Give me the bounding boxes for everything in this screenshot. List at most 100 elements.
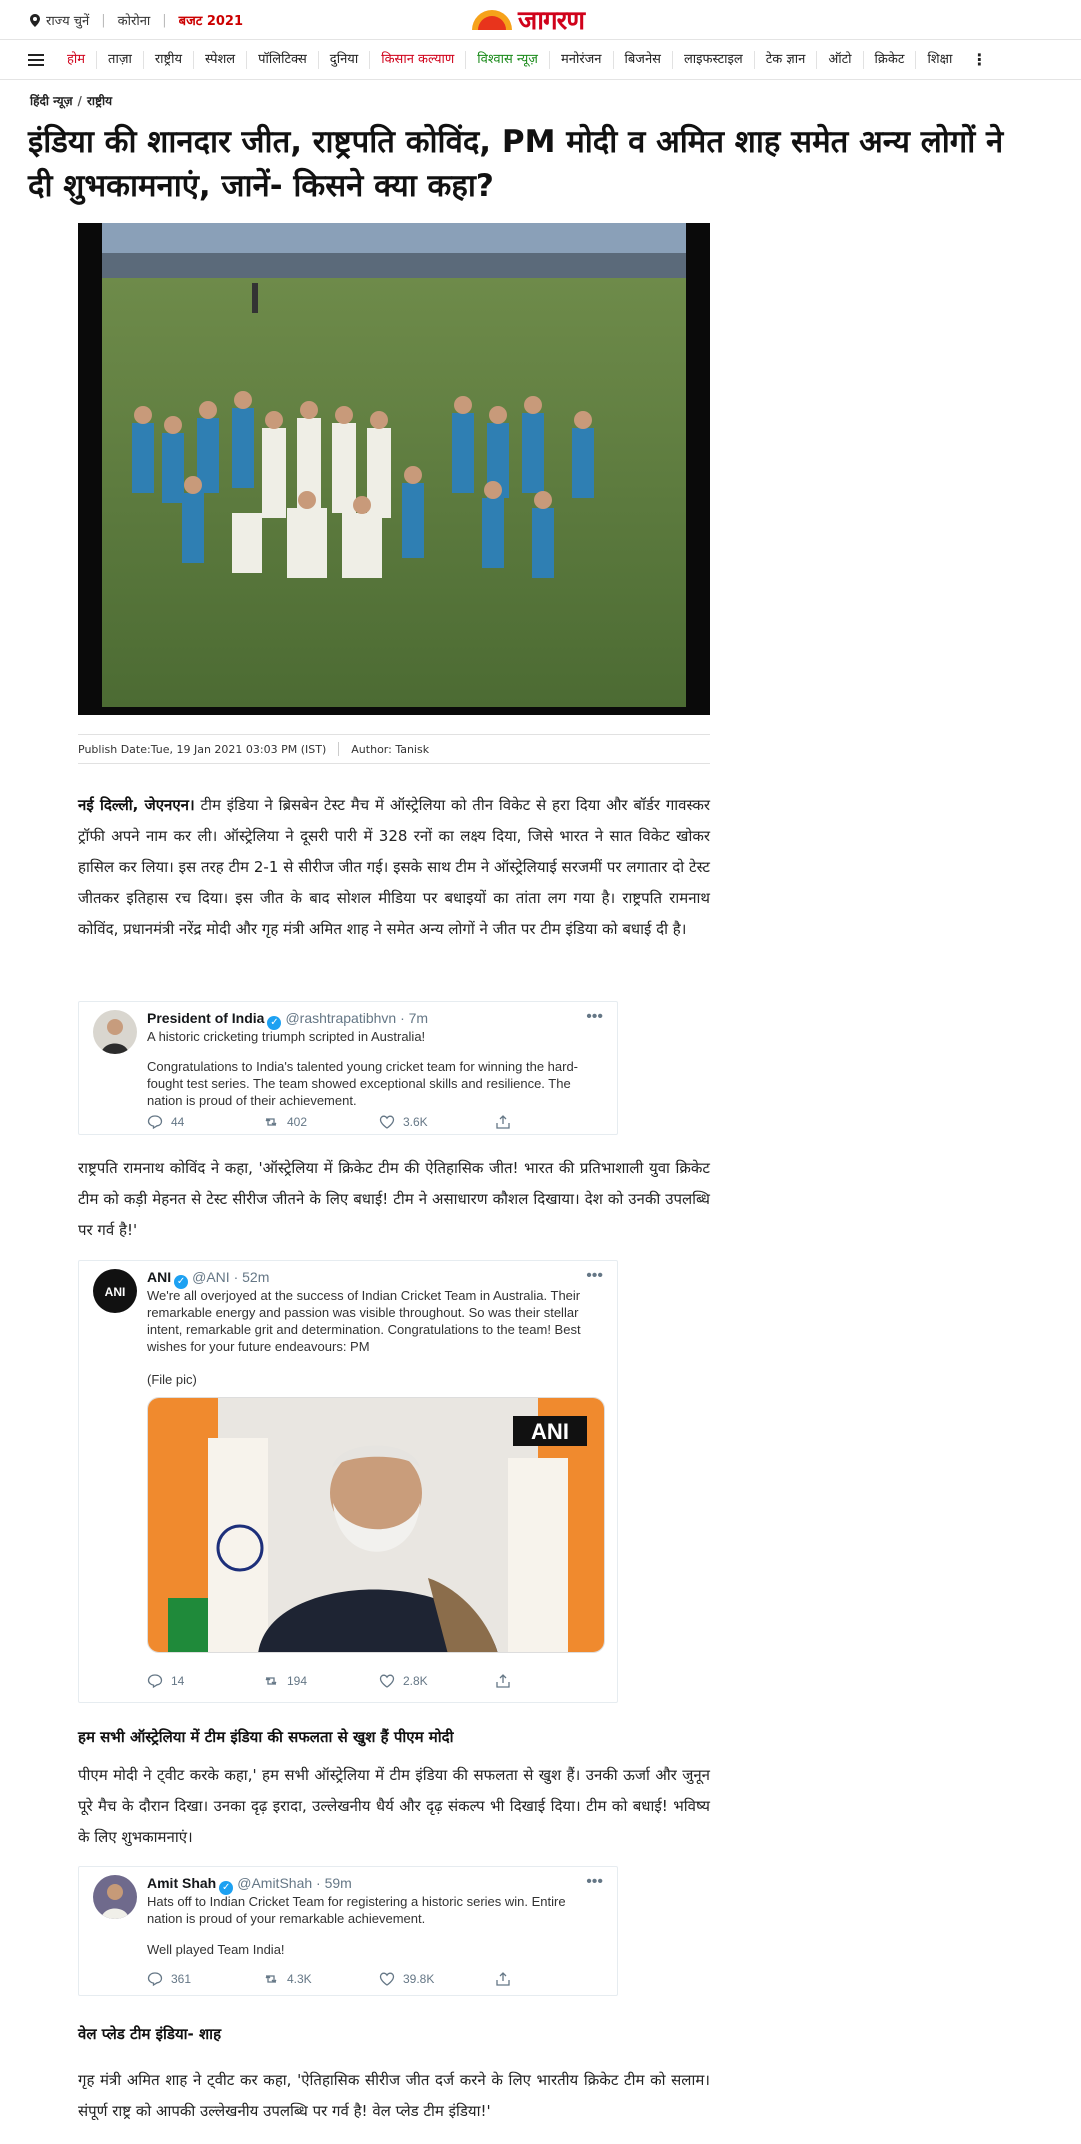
hero-image-frame [78, 223, 710, 715]
location-pin-icon [30, 13, 40, 27]
main-nav: होम ताज़ा राष्ट्रीय स्पेशल पॉलिटिक्स दुन… [0, 40, 1081, 80]
tweet-actions: 361 4.3K 39.8K [147, 1971, 611, 1987]
team-celebration-photo [102, 223, 686, 707]
top-links: राज्य चुनें | कोरोना | बजट 2021 [30, 11, 243, 29]
like-button[interactable]: 3.6K [379, 1114, 495, 1130]
avatar [93, 1010, 137, 1054]
nav-item-home[interactable]: होम [56, 51, 96, 69]
more-vertical-icon[interactable]: ⋮ [971, 50, 987, 69]
tweet-header: President of India ✓ @rashtrapatibhvn · 7m [147, 1010, 428, 1030]
reply-icon [147, 1972, 163, 1987]
retweet-icon [265, 1118, 277, 1126]
share-button[interactable] [495, 1114, 611, 1130]
retweet-button[interactable]: 194 [263, 1673, 379, 1689]
nav-item-latest[interactable]: ताज़ा [96, 50, 143, 69]
article-paragraph-2: राष्ट्रपति रामनाथ कोविंद ने कहा, 'ऑस्ट्र… [78, 1159, 710, 1239]
tweet-embed-ani[interactable]: ANI ANI ✓ @ANI · 52m ••• We're all overjoy… [78, 1260, 618, 1703]
reply-icon [147, 1674, 163, 1689]
tweet-handle[interactable]: @AmitShah · 59m [237, 1875, 352, 1891]
nav-item-vishvas-news[interactable]: विश्वास न्यूज़ [465, 50, 549, 69]
divider: | [162, 12, 167, 28]
nav-item-education[interactable]: शिक्षा [915, 50, 963, 69]
tweet-text: Hats off to Indian Cricket Team for regi… [147, 1894, 566, 1926]
pm-modi-photo: ANI [148, 1398, 604, 1652]
nav-item-entertainment[interactable]: मनोरंजन [548, 50, 613, 69]
tweet-text: We're all overjoyed at the success of In… [147, 1288, 581, 1354]
breadcrumb-home[interactable]: हिंदी न्यूज़ [30, 94, 73, 108]
tweet-embed-amit-shah[interactable]: Amit Shah ✓ @AmitShah · 59m ••• Hats off t… [78, 1866, 618, 1996]
budget-link[interactable]: बजट 2021 [179, 11, 243, 29]
tweet-handle[interactable]: @ANI · 52m [192, 1269, 269, 1285]
article-paragraph-3: पीएम मोदी ने ट्वीट करके कहा,' हम सभी ऑस्… [78, 1766, 710, 1846]
more-options-icon[interactable]: ••• [586, 1267, 603, 1285]
breadcrumb: हिंदी न्यूज़ / राष्ट्रीय [30, 94, 113, 108]
tweet-embed-president[interactable]: President of India ✓ @rashtrapatibhvn · 7m… [78, 1001, 618, 1135]
author[interactable]: Author: Tanisk [351, 743, 429, 756]
reply-button[interactable]: 14 [147, 1673, 263, 1689]
retweet-button[interactable]: 402 [263, 1114, 379, 1130]
publish-date: Publish Date:Tue, 19 Jan 2021 03:03 PM (… [78, 742, 327, 756]
tweet-text: Congratulations to India's talented youn… [147, 1059, 579, 1108]
article-paragraph-1: नई दिल्ली, जेएनएन। टीम इंडिया ने ब्रिसबे… [78, 796, 710, 938]
nav-item-cricket[interactable]: क्रिकेट [862, 50, 916, 69]
jagran-logo[interactable]: जागरण [470, 4, 585, 36]
heart-icon [379, 1115, 395, 1129]
divider: | [101, 12, 106, 28]
nav-item-lifestyle[interactable]: लाइफस्टाइल [671, 50, 754, 69]
share-icon [496, 1674, 510, 1688]
tweet-header: ANI ✓ @ANI · 52m [147, 1269, 269, 1289]
heart-icon [379, 1972, 395, 1986]
reply-button[interactable]: 44 [147, 1114, 263, 1130]
dateline: नई दिल्ली, जेएनएन। [78, 796, 195, 814]
tweet-text: Well played Team India! [147, 1942, 285, 1957]
nav-item-tech[interactable]: टेक ज्ञान [753, 50, 817, 69]
tweet-media[interactable]: ANI [147, 1397, 605, 1653]
tweet-handle[interactable]: @rashtrapatibhvn · 7m [285, 1010, 428, 1026]
corona-link[interactable]: कोरोना [118, 11, 151, 29]
tweet-author-name[interactable]: President of India [147, 1010, 264, 1026]
section-heading-shah: वेल प्लेड टीम इंडिया- शाह [78, 2025, 222, 2043]
avatar: ANI [93, 1269, 137, 1313]
like-button[interactable]: 2.8K [379, 1673, 495, 1689]
logo-text: जागरण [518, 6, 585, 36]
hamburger-menu-icon[interactable] [28, 53, 44, 66]
breadcrumb-section[interactable]: राष्ट्रीय [87, 94, 112, 108]
tweet-text: (File pic) [147, 1372, 197, 1387]
article-paragraph-4: गृह मंत्री अमित शाह ने ट्वीट कर कहा, 'ऐत… [78, 2071, 710, 2120]
more-options-icon[interactable]: ••• [586, 1873, 603, 1891]
reply-button[interactable]: 361 [147, 1971, 263, 1987]
reply-icon [147, 1115, 163, 1130]
retweet-button[interactable]: 4.3K [263, 1971, 379, 1987]
nav-item-national[interactable]: राष्ट्रीय [142, 50, 193, 69]
more-options-icon[interactable]: ••• [586, 1008, 603, 1026]
heart-icon [379, 1674, 395, 1688]
tweet-author-name[interactable]: Amit Shah [147, 1875, 216, 1891]
media-watermark: ANI [531, 1419, 569, 1444]
share-button[interactable] [495, 1971, 611, 1987]
nav-item-politics[interactable]: पॉलिटिक्स [246, 50, 318, 69]
retweet-icon [265, 1975, 277, 1983]
like-button[interactable]: 39.8K [379, 1971, 495, 1987]
share-icon [496, 1115, 510, 1129]
tweet-header: Amit Shah ✓ @AmitShah · 59m [147, 1875, 352, 1895]
avatar [93, 1875, 137, 1919]
article-title: इंडिया की शानदार जीत, राष्ट्रपति कोविंद,… [28, 124, 1004, 204]
retweet-icon [265, 1677, 277, 1685]
tweet-actions: 14 194 2.8K [147, 1673, 611, 1689]
tweet-text: A historic cricketing triumph scripted i… [147, 1029, 426, 1044]
nav-item-auto[interactable]: ऑटो [816, 50, 862, 69]
share-button[interactable] [495, 1673, 611, 1689]
tweet-author-name[interactable]: ANI [147, 1269, 171, 1285]
sun-logo-icon [472, 10, 512, 30]
share-icon [496, 1972, 510, 1986]
top-bar: राज्य चुनें | कोरोना | बजट 2021 जागरण [0, 0, 1081, 40]
svg-text:ANI: ANI [105, 1285, 126, 1299]
nav-item-world[interactable]: दुनिया [317, 50, 369, 69]
nav-item-kisan-kalyan[interactable]: किसान कल्याण [369, 50, 465, 69]
article-meta: Publish Date:Tue, 19 Jan 2021 03:03 PM (… [78, 734, 710, 764]
state-select-link[interactable]: राज्य चुनें [46, 11, 89, 29]
tweet-actions: 44 402 3.6K [147, 1114, 611, 1130]
section-heading-modi: हम सभी ऑस्ट्रेलिया में टीम इंडिया की सफल… [78, 1728, 454, 1746]
nav-item-business[interactable]: बिजनेस [612, 50, 672, 69]
nav-item-special[interactable]: स्पेशल [193, 50, 246, 69]
